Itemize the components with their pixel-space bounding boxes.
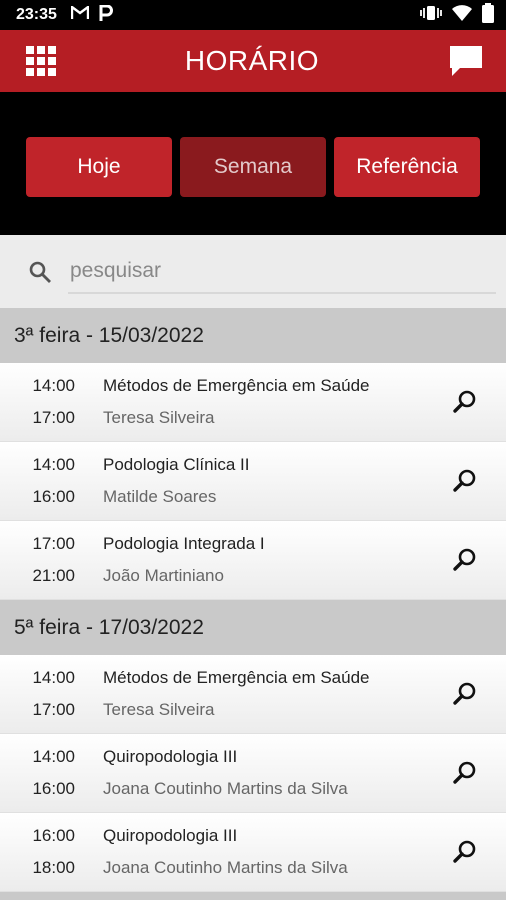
event-end-time: 16:00	[32, 487, 75, 506]
gmail-icon	[70, 4, 90, 24]
event-course: Podologia Clínica II	[103, 455, 250, 474]
wifi-icon	[452, 4, 472, 26]
tab-semana[interactable]: Semana	[180, 136, 326, 197]
event-row: 14:00 17:00 Métodos de Emergência em Saú…	[0, 655, 506, 734]
status-time: 23:35	[16, 6, 57, 23]
event-teacher: Joana Coutinho Martins da Silva	[103, 858, 348, 877]
day-header: 5ª feira - 17/03/2022	[0, 600, 506, 655]
tab-hoje[interactable]: Hoje	[26, 136, 172, 197]
search-icon	[28, 260, 52, 284]
event-course: Métodos de Emergência em Saúde	[103, 668, 370, 687]
event-start-time: 16:00	[32, 826, 75, 845]
vibrate-icon	[420, 5, 442, 26]
event-course: Métodos de Emergência em Saúde	[103, 376, 370, 395]
event-teacher: João Martiniano	[103, 566, 224, 585]
event-course: Podologia Integrada I	[103, 534, 265, 553]
battery-icon	[482, 2, 494, 28]
app-bar: HORÁRIO	[0, 30, 506, 92]
event-teacher: Teresa Silveira	[103, 700, 215, 719]
event-start-time: 14:00	[32, 455, 75, 474]
event-start-time: 14:00	[32, 747, 75, 766]
event-end-time: 17:00	[32, 700, 75, 719]
page-title: HORÁRIO	[184, 45, 320, 76]
event-start-time: 14:00	[32, 668, 75, 687]
event-details-search-icon[interactable]	[440, 535, 490, 585]
event-details-search-icon[interactable]	[440, 456, 490, 506]
event-row: 14:00 16:00 Quiropodologia III Joana Cou…	[0, 734, 506, 813]
apps-grid-icon[interactable]	[26, 46, 56, 76]
event-end-time: 17:00	[32, 408, 75, 427]
event-teacher: Matilde Soares	[103, 487, 217, 506]
event-row: 14:00 16:00 Podologia Clínica II Matilde…	[0, 442, 506, 521]
event-end-time: 16:00	[32, 779, 75, 798]
event-row: 17:00 21:00 Podologia Integrada I João M…	[0, 521, 506, 600]
event-row: 14:00 17:00 Métodos de Emergência em Saú…	[0, 363, 506, 442]
day-header: 3ª feira - 15/03/2022	[0, 308, 506, 363]
event-teacher: Joana Coutinho Martins da Silva	[103, 779, 348, 798]
event-details-search-icon[interactable]	[440, 827, 490, 877]
event-teacher: Teresa Silveira	[103, 408, 215, 427]
event-details-search-icon[interactable]	[440, 748, 490, 798]
next-section-edge	[0, 892, 506, 900]
event-start-time: 17:00	[32, 534, 75, 553]
parking-icon	[99, 4, 113, 25]
chat-icon[interactable]	[448, 44, 484, 78]
search-input[interactable]	[68, 249, 496, 294]
event-end-time: 21:00	[32, 566, 75, 585]
event-start-time: 14:00	[32, 376, 75, 395]
event-end-time: 18:00	[32, 858, 75, 877]
event-row: 16:00 18:00 Quiropodologia III Joana Cou…	[0, 813, 506, 892]
event-details-search-icon[interactable]	[440, 669, 490, 719]
status-bar: 23:35	[0, 0, 506, 30]
event-course: Quiropodologia III	[103, 826, 238, 845]
tab-referencia[interactable]: Referência	[334, 136, 480, 197]
search-bar	[0, 235, 506, 308]
event-course: Quiropodologia III	[103, 747, 238, 766]
schedule-list: 3ª feira - 15/03/2022 14:00 17:00 Método…	[0, 308, 506, 900]
tabs-bar: Hoje Semana Referência	[0, 92, 506, 235]
event-details-search-icon[interactable]	[440, 377, 490, 427]
